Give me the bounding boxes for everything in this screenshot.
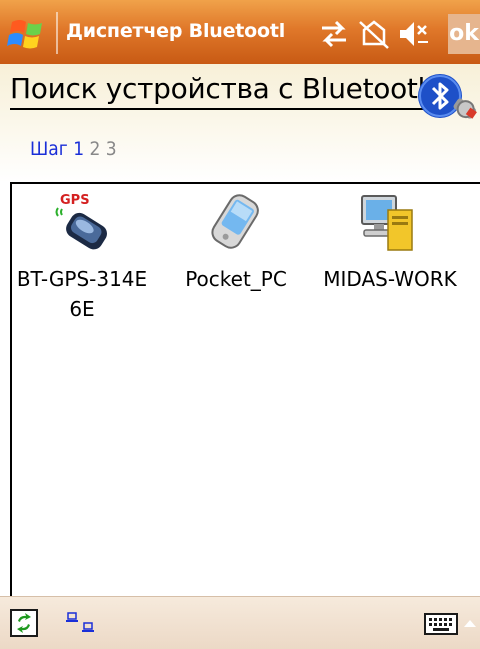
- bluetooth-search-icon: [418, 74, 477, 119]
- bottom-command-bar: [0, 596, 480, 649]
- step-label: Шаг: [30, 138, 68, 160]
- connectivity-icon[interactable]: [316, 16, 352, 52]
- gps-receiver-icon: GPS: [55, 193, 107, 250]
- no-sync-icon[interactable]: [356, 16, 392, 52]
- device-item[interactable]: MIDAS-WORK: [320, 190, 460, 294]
- title-bar: Диспетчер Bluetootl ok: [0, 0, 480, 64]
- current-step: 1: [73, 138, 85, 160]
- title-underline: [10, 108, 428, 110]
- pocket-pc-icon: [211, 194, 259, 249]
- refresh-icon[interactable]: [10, 609, 38, 637]
- page-header: Поиск устройства с Bluetooth: [0, 64, 480, 122]
- device-name: MIDAS-WORK: [323, 267, 457, 291]
- windows-start-icon[interactable]: [6, 14, 50, 54]
- desktop-computer-icon: [361, 195, 413, 251]
- page-title: Поиск устройства с Bluetooth: [10, 72, 436, 105]
- device-list: GPS BT-GPS-314E6E Pocket_PC MIDAS-WORK: [10, 182, 480, 596]
- device-item[interactable]: Pocket_PC: [166, 190, 306, 294]
- ok-button[interactable]: ok: [448, 14, 480, 54]
- keyboard-icon[interactable]: [424, 613, 458, 635]
- window-title: Диспетчер Bluetootl: [66, 20, 286, 42]
- device-name: BT-GPS-314E6E: [16, 267, 148, 321]
- device-name: Pocket_PC: [185, 267, 287, 291]
- volume-muted-icon[interactable]: [396, 16, 432, 52]
- step-indicator: Шаг 1 2 3: [30, 138, 117, 160]
- title-separator: [56, 12, 58, 54]
- wizard-steps: Шаг 1 2 3: [0, 122, 480, 182]
- view-toggle-icon[interactable]: [64, 611, 96, 637]
- input-menu-arrow-icon[interactable]: [462, 615, 478, 631]
- gps-icon-text: GPS: [60, 193, 90, 208]
- device-item[interactable]: GPS BT-GPS-314E6E: [12, 190, 152, 324]
- remaining-steps: 2 3: [89, 138, 117, 160]
